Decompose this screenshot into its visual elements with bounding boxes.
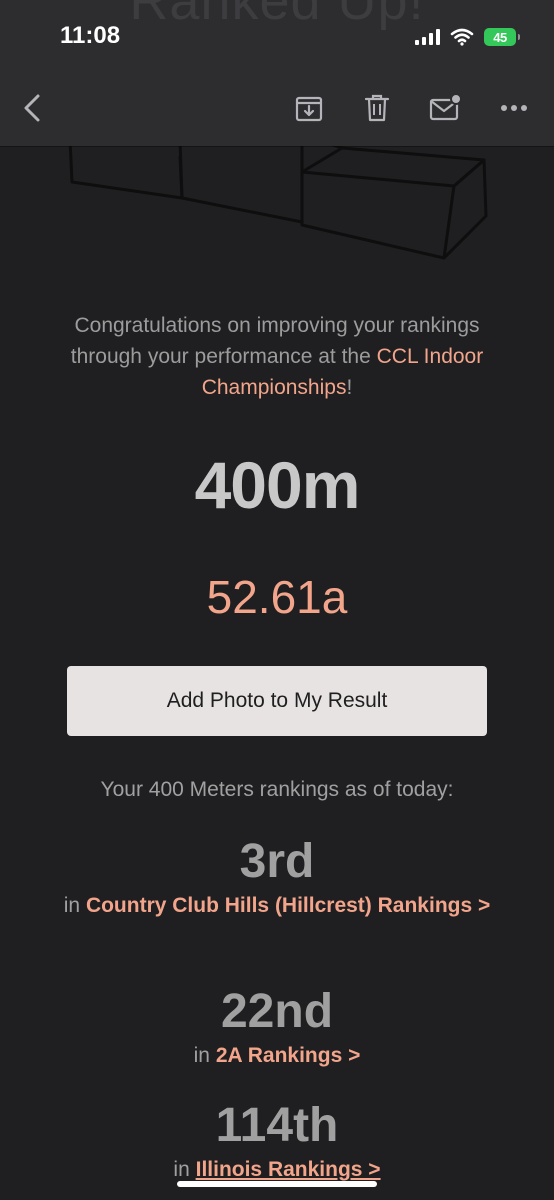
message-end: ! [346,376,353,399]
event-name: 400m [194,448,361,522]
school-rankings-link[interactable]: Country Club Hills (Hillcrest) Rankings … [86,894,490,917]
result-time: 52.61a [206,571,348,623]
battery-icon: 45 [484,28,520,46]
rankings-intro: Your 400 Meters rankings as of today: [100,778,454,801]
mark-unread-icon [429,93,462,121]
email-body: Congratulations on improving your rankin… [0,0,554,1200]
more-button[interactable] [494,88,534,128]
add-photo-button[interactable]: Add Photo to My Result [67,666,487,736]
division-rankings-link[interactable]: 2A Rankings > [216,1044,361,1067]
rank-prefix: in [193,1044,216,1067]
ranking-item: 3rd in Country Club Hills (Hillcrest) Ra… [30,834,524,922]
ranking-item: 114th in Illinois Rankings > [30,1098,524,1186]
archive-button[interactable] [289,88,329,128]
status-icons: 45 [415,24,520,50]
rank-line: in Country Club Hills (Hillcrest) Rankin… [30,890,524,922]
home-indicator[interactable] [177,1181,377,1187]
rank-prefix: in [173,1158,196,1181]
trash-icon [364,94,390,122]
ranking-item: 22nd in 2A Rankings > [30,984,524,1072]
archive-icon [295,96,323,122]
rank-place: 22nd [220,985,334,1038]
rank-place: 114th [215,1099,339,1152]
rank-prefix: in [63,894,86,917]
rank-line: in 2A Rankings > [30,1040,524,1072]
cellular-signal-icon [415,29,440,45]
congratulations-message: Congratulations on improving your rankin… [60,310,494,403]
state-rankings-link[interactable]: Illinois Rankings > [196,1158,381,1181]
rank-place: 3rd [239,835,315,888]
email-screen: Congratulations on improving your rankin… [0,0,554,1200]
status-time: 11:08 [60,22,121,49]
top-toolbar: Ranked Up! 11:08 45 [0,0,554,146]
wifi-icon [450,28,474,46]
back-icon [24,94,40,122]
more-icon [501,105,527,111]
mark-unread-button[interactable] [425,88,465,128]
back-button[interactable] [12,88,52,128]
battery-level: 45 [493,29,507,45]
trash-button[interactable] [357,88,397,128]
